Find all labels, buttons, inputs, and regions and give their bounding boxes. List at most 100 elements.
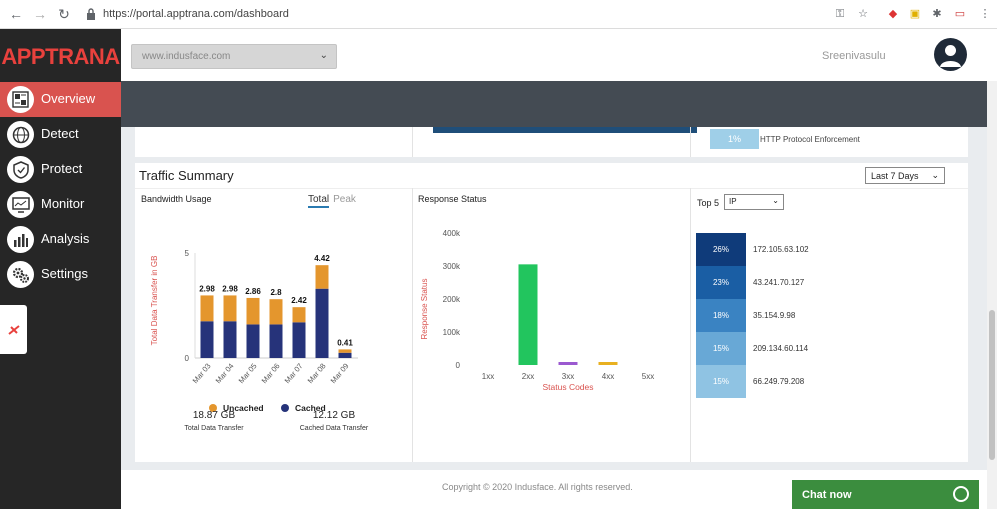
extension-icon[interactable]: ◆ xyxy=(886,8,900,21)
star-icon[interactable]: ☆ xyxy=(856,8,870,21)
sidebar-item-label: Overview xyxy=(41,91,96,106)
lock-icon xyxy=(87,8,95,20)
y-tick-label: 0 xyxy=(185,354,190,363)
bar-uncached[interactable] xyxy=(200,295,214,322)
x-tick-label: Mar 05 xyxy=(237,362,259,386)
sidebar-item-protect[interactable]: Protect xyxy=(0,152,121,187)
bar-3xx[interactable] xyxy=(558,362,578,365)
forward-icon[interactable]: → xyxy=(32,6,48,22)
bar-data-label: 4.42 xyxy=(314,254,330,263)
monitor-icon xyxy=(7,191,34,218)
top5-percent: 18% xyxy=(696,299,746,332)
y-tick-label: 100k xyxy=(443,328,461,337)
bar-2xx[interactable] xyxy=(518,264,538,365)
bar-data-label: 0.41 xyxy=(337,338,353,347)
bandwidth-title: Bandwidth Usage xyxy=(141,194,212,204)
bar-cached[interactable] xyxy=(269,324,283,358)
bar-chart-icon xyxy=(7,226,34,253)
protection-percent: 1% xyxy=(710,129,759,149)
bar-cached[interactable] xyxy=(223,321,237,358)
date-range-select[interactable]: Last 7 Days ⌄ xyxy=(865,167,945,184)
y-tick-label: 200k xyxy=(443,295,461,304)
top5-type-select[interactable]: IP ⌄ xyxy=(724,194,784,210)
top5-ip: 66.249.79.208 xyxy=(753,377,805,386)
bar-uncached[interactable] xyxy=(246,297,260,325)
top5-ip: 35.154.9.98 xyxy=(753,311,796,320)
total-transfer-label: Total Data Transfer xyxy=(184,425,244,432)
browser-toolbar: ← → ↻ https://portal.apptrana.com/dashbo… xyxy=(0,0,997,29)
top5-percent: 26% xyxy=(696,233,746,266)
response-status-chart: 0 100k 200k 300k 400k Response Status 1xx 2xx 3x… xyxy=(420,229,654,392)
bar-uncached[interactable] xyxy=(223,295,237,322)
tab-total[interactable]: Total xyxy=(308,194,330,208)
sidebar-toggle-tab[interactable] xyxy=(0,305,27,354)
bar-uncached[interactable] xyxy=(315,265,329,289)
logo-text-trana: TRANA xyxy=(45,44,120,69)
bar-uncached[interactable] xyxy=(292,307,306,323)
sidebar-item-label: Detect xyxy=(41,126,79,141)
domain-select[interactable]: www.indusface.com ⌄ xyxy=(131,44,337,69)
menu-dots-icon[interactable]: ⋮ xyxy=(978,8,992,21)
top5-percent: 23% xyxy=(696,266,746,299)
address-bar[interactable]: https://portal.apptrana.com/dashboard xyxy=(103,8,289,20)
dashboard-content: 1% HTTP Protocol Enforcement Traffic Sum… xyxy=(121,127,997,509)
y-tick-label: 5 xyxy=(185,249,190,258)
top5-percent: 15% xyxy=(696,332,746,365)
bar-cached[interactable] xyxy=(292,322,306,358)
back-icon[interactable]: ← xyxy=(8,6,24,22)
summary-card: 1% HTTP Protocol Enforcement xyxy=(135,127,968,157)
sidebar-item-detect[interactable]: Detect xyxy=(0,117,121,152)
logo-text-app: APP xyxy=(1,44,46,69)
x-tick-label: 5xx xyxy=(642,372,654,381)
chat-now-button[interactable]: Chat now xyxy=(792,480,979,509)
progress-bar xyxy=(433,127,697,133)
chevron-down-icon: ⌄ xyxy=(319,50,328,61)
sidebar-item-analysis[interactable]: Analysis xyxy=(0,222,121,257)
x-tick-label: Mar 03 xyxy=(191,362,213,386)
page-banner xyxy=(121,81,997,127)
legend-swatch-cached xyxy=(281,404,289,412)
x-tick-label: Mar 07 xyxy=(283,362,305,386)
chat-now-label: Chat now xyxy=(802,489,852,501)
collapse-icon xyxy=(7,324,20,335)
bar-uncached[interactable] xyxy=(269,299,283,325)
sidebar-item-overview[interactable]: Overview xyxy=(0,82,121,117)
bandwidth-tabs: Total Peak xyxy=(308,194,356,208)
x-tick-label: Mar 08 xyxy=(306,362,328,386)
divider xyxy=(690,127,691,157)
x-tick-label: Mar 09 xyxy=(329,362,351,386)
date-range-value: Last 7 Days xyxy=(871,171,919,181)
y-tick-label: 0 xyxy=(456,361,461,370)
overview-icon xyxy=(7,86,34,113)
apptrana-logo[interactable]: APPTRANA xyxy=(0,29,121,82)
puzzle-icon[interactable]: ✱ xyxy=(930,8,944,21)
divider xyxy=(135,188,968,189)
x-tick-label: Mar 06 xyxy=(260,362,282,386)
copyright-text: Copyright © 2020 Indusface. All rights r… xyxy=(442,482,633,492)
sidebar-item-settings[interactable]: Settings xyxy=(0,257,121,292)
key-icon[interactable]: ⚿ xyxy=(833,8,847,21)
x-tick-label: 3xx xyxy=(562,372,574,381)
tab-peak[interactable]: Peak xyxy=(333,194,356,205)
top-header: www.indusface.com ⌄ Sreenivasulu xyxy=(121,29,997,81)
bar-cached[interactable] xyxy=(246,324,260,358)
bar-cached[interactable] xyxy=(338,352,352,358)
top5-label: Top 5 xyxy=(697,198,720,208)
reload-icon[interactable]: ↻ xyxy=(56,6,72,22)
sidebar-item-monitor[interactable]: Monitor xyxy=(0,187,121,222)
bar-cached[interactable] xyxy=(315,288,329,358)
profile-extension-icon[interactable]: ▭ xyxy=(953,8,967,21)
protection-label: HTTP Protocol Enforcement xyxy=(760,135,860,144)
bar-uncached[interactable] xyxy=(338,349,352,353)
notes-extension-icon[interactable]: ▣ xyxy=(908,8,922,21)
bar-4xx[interactable] xyxy=(598,362,618,365)
bar-cached[interactable] xyxy=(200,321,214,358)
sidebar-item-label: Protect xyxy=(41,161,83,176)
avatar[interactable] xyxy=(934,38,967,71)
scrollbar-thumb[interactable] xyxy=(989,310,995,460)
sidebar-item-label: Analysis xyxy=(41,231,90,246)
sidebar-item-label: Monitor xyxy=(41,196,85,211)
y-axis-label: Response Status xyxy=(420,279,429,340)
top5-type-value: IP xyxy=(729,197,737,206)
globe-icon xyxy=(7,121,34,148)
